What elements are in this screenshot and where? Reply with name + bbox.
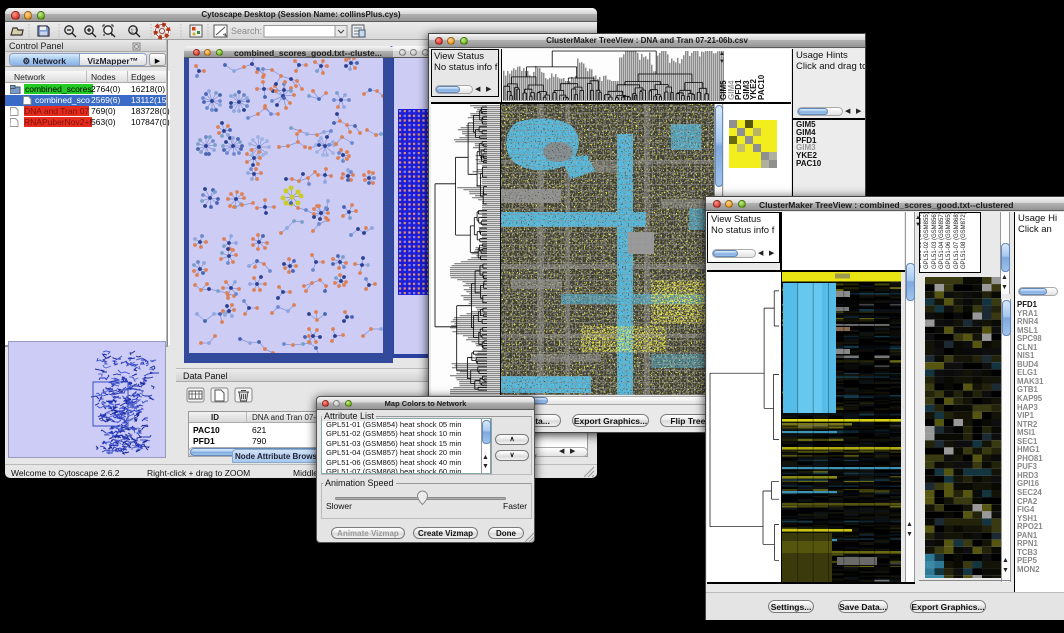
svg-text:1:1: 1:1: [131, 29, 138, 35]
svg-text:Search:: Search:: [231, 26, 262, 36]
